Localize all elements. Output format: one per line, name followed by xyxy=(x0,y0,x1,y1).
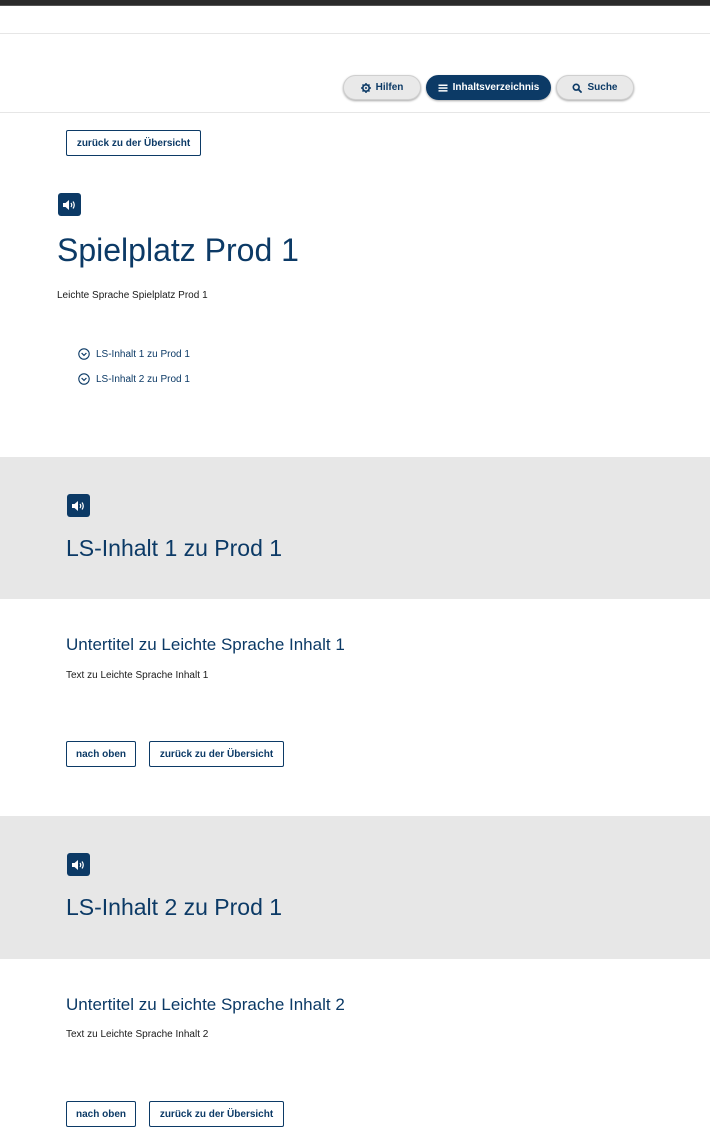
top-window-bar xyxy=(0,0,710,6)
suche-button[interactable]: Suche xyxy=(556,75,634,100)
section-2-header-band xyxy=(0,816,710,959)
nach-oben-button[interactable]: nach oben xyxy=(66,1101,136,1127)
nav-divider xyxy=(0,112,710,113)
section-1-subtitle: Untertitel zu Leichte Sprache Inhalt 1 xyxy=(66,635,345,654)
toc-item-inhalt-2[interactable]: LS-Inhalt 2 zu Prod 1 xyxy=(78,372,190,386)
menu-icon xyxy=(438,83,448,93)
header-divider xyxy=(0,33,710,34)
hilfen-label: Hilfen xyxy=(375,82,404,93)
page-title: Spielplatz Prod 1 xyxy=(57,232,299,268)
section-1-header-band xyxy=(0,457,710,599)
page-intro-text: Leichte Sprache Spielplatz Prod 1 xyxy=(57,290,208,301)
inhaltsverzeichnis-button[interactable]: Inhaltsverzeichnis xyxy=(426,75,551,100)
search-icon xyxy=(572,82,583,93)
speaker-icon[interactable] xyxy=(67,853,90,876)
inhaltsverzeichnis-label: Inhaltsverzeichnis xyxy=(452,82,540,93)
suche-label: Suche xyxy=(587,82,618,93)
nach-oben-button[interactable]: nach oben xyxy=(66,741,136,767)
chevron-down-circle-icon xyxy=(78,373,90,385)
gear-icon xyxy=(360,82,371,93)
toc-item-label: LS-Inhalt 2 zu Prod 1 xyxy=(96,373,190,385)
section-2-text: Text zu Leichte Sprache Inhalt 2 xyxy=(66,1029,209,1040)
chevron-down-circle-icon xyxy=(78,348,90,360)
back-to-overview-button[interactable]: zurück zu der Übersicht xyxy=(149,1101,284,1127)
speaker-icon[interactable] xyxy=(58,193,81,216)
section-1-text: Text zu Leichte Sprache Inhalt 1 xyxy=(66,670,209,681)
back-to-overview-button[interactable]: zurück zu der Übersicht xyxy=(149,741,284,767)
back-to-overview-button[interactable]: zurück zu der Übersicht xyxy=(66,130,201,156)
section-1-heading: LS-Inhalt 1 zu Prod 1 xyxy=(66,535,283,561)
speaker-icon[interactable] xyxy=(67,494,90,517)
section-2-subtitle: Untertitel zu Leichte Sprache Inhalt 2 xyxy=(66,995,345,1014)
toc-item-label: LS-Inhalt 1 zu Prod 1 xyxy=(96,348,190,360)
toc-item-inhalt-1[interactable]: LS-Inhalt 1 zu Prod 1 xyxy=(78,347,190,361)
hilfen-button[interactable]: Hilfen xyxy=(343,75,421,100)
section-2-heading: LS-Inhalt 2 zu Prod 1 xyxy=(66,894,283,920)
